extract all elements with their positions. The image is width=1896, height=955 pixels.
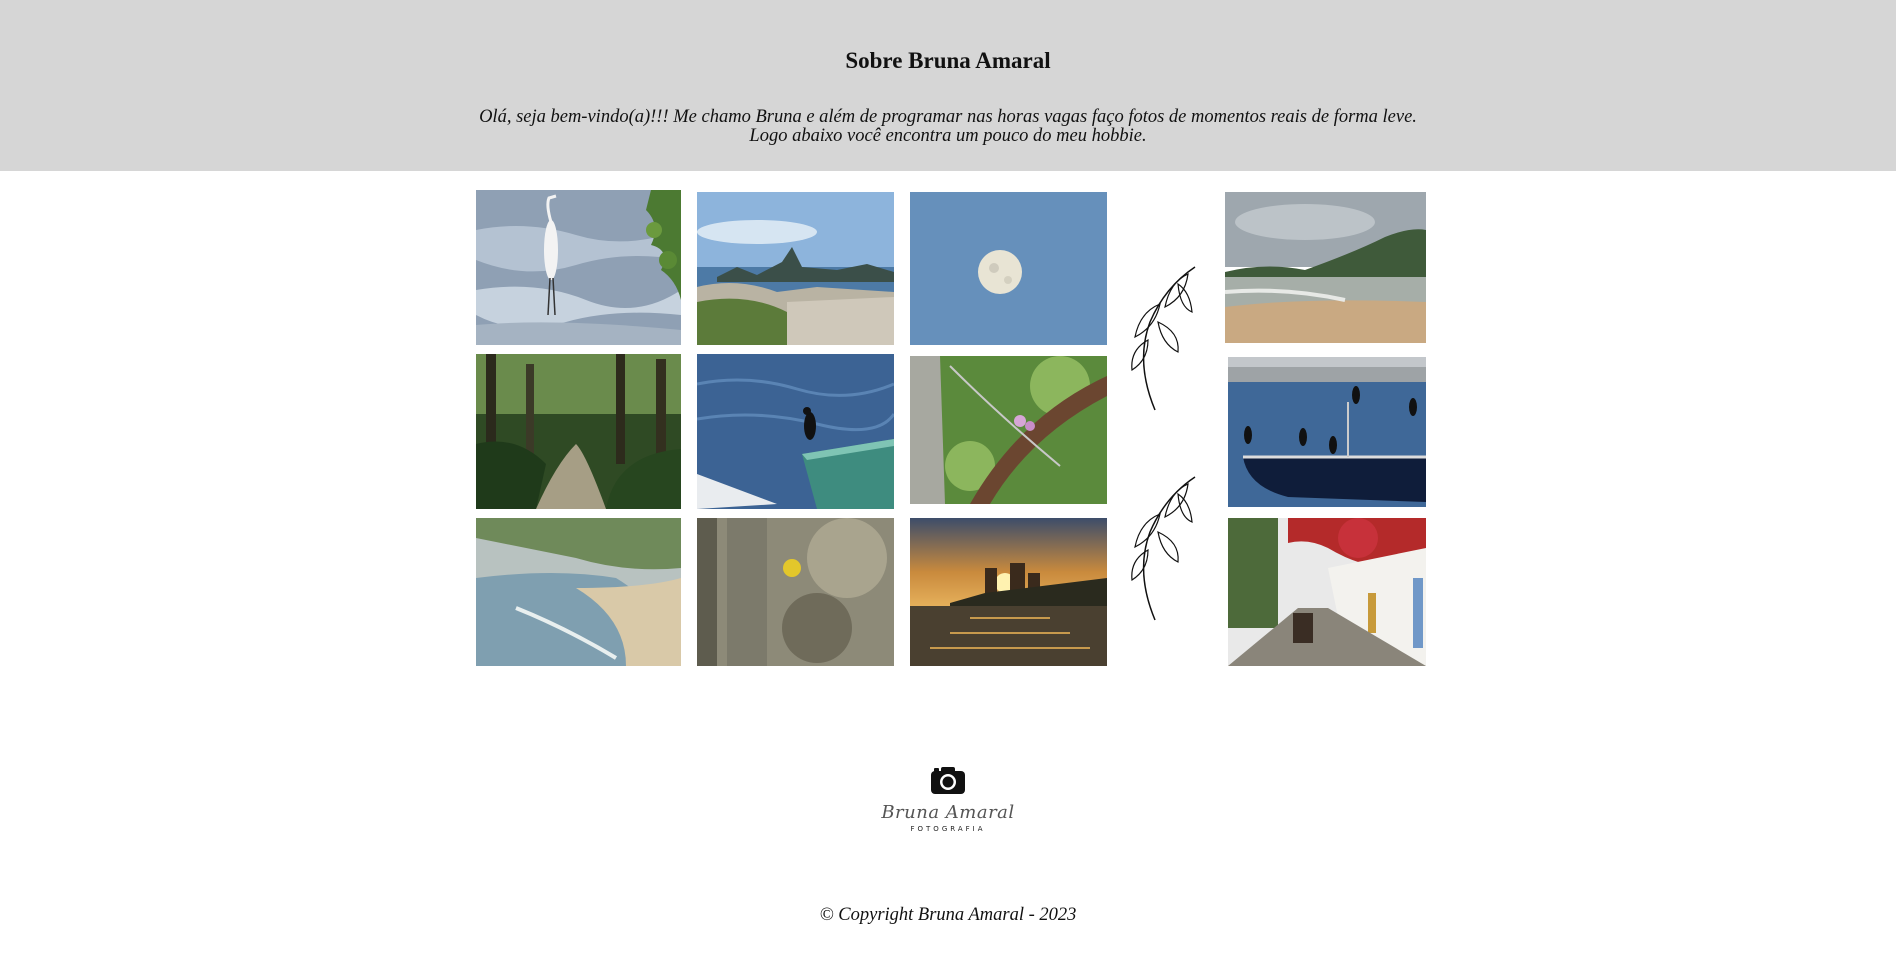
photo-misty-beach[interactable]	[476, 518, 681, 666]
photo-beach-hills[interactable]	[1225, 192, 1426, 343]
photo-moon[interactable]	[910, 192, 1107, 345]
brand-logo: Bruna Amaral FOTOGRAFIA	[0, 765, 1896, 833]
photo-cormorant-boat[interactable]	[697, 354, 894, 509]
camera-icon	[930, 765, 966, 795]
photo-rio-view[interactable]	[697, 192, 894, 345]
logo-brand-name: Bruna Amaral	[881, 802, 1015, 823]
photo-forest-path[interactable]	[476, 354, 681, 509]
branch-illustration-top	[1130, 262, 1200, 412]
photo-flower-branch[interactable]	[910, 356, 1107, 504]
photo-sunset-sea[interactable]	[910, 518, 1107, 666]
photo-boat-birds[interactable]	[1228, 357, 1426, 507]
logo-subtitle: FOTOGRAFIA	[910, 825, 986, 833]
footer-copyright: © Copyright Bruna Amaral - 2023	[819, 905, 1077, 925]
photo-tree-trunk[interactable]	[697, 518, 894, 666]
branch-illustration-bottom	[1130, 472, 1200, 622]
photo-heron[interactable]	[476, 190, 681, 345]
photo-colonial-street[interactable]	[1228, 518, 1426, 666]
